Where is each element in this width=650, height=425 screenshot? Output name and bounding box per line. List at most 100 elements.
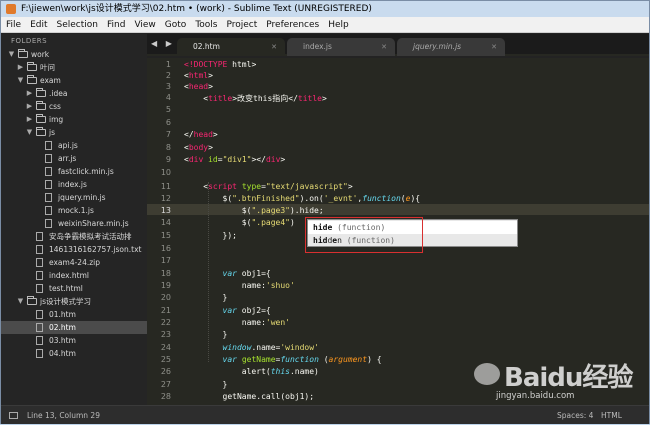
code-line: <head> [184,82,213,91]
menu-selection[interactable]: Selection [52,17,102,33]
line-number: 8 [165,143,171,152]
menu-edit[interactable]: Edit [25,17,51,33]
file-icon [45,141,52,150]
code-line: }); [184,231,237,240]
code-line: window.name='window' [222,343,319,352]
sidebar-file[interactable]: index.html [1,269,147,282]
close-icon[interactable]: ✕ [491,38,497,56]
folder-icon [36,101,46,110]
autocomplete-item-hide[interactable]: hide (function) [308,221,517,234]
line-number: 24 [160,343,171,352]
sidebar-file[interactable]: fastclick.min.js [1,165,147,178]
sidebar-file[interactable]: jquery.min.js [1,191,147,204]
tab-bar: ◀ ▶ 02.htm ✕ index.js ✕ jquery.min.js ✕ [147,34,649,56]
autocomplete-item-hidden[interactable]: hidden (function) [308,234,517,247]
chevron-down-icon[interactable]: ▼ [25,126,34,139]
tab-nav-arrows-icon[interactable]: ◀ ▶ [151,39,175,48]
sidebar-file[interactable]: 1461316162757.json.txt [1,243,147,256]
sidebar-folder[interactable]: ▼ work [1,48,147,61]
menu-help[interactable]: Help [323,17,353,33]
sidebar-file[interactable]: mock.1.js [1,204,147,217]
paw-logo-icon [474,363,500,385]
folder-icon [36,88,46,97]
folder-icon [27,296,37,305]
sidebar-item-label: 1461316162757.json.txt [49,245,142,254]
chevron-down-icon[interactable]: ▼ [7,48,16,61]
sidebar-folder[interactable]: ▶ 叶问 [1,61,147,74]
tab-label: 02.htm [193,42,220,51]
line-number: 26 [160,367,171,376]
sidebar-file[interactable]: exam4-24.zip [1,256,147,269]
chevron-right-icon[interactable]: ▶ [25,113,34,126]
sidebar-file[interactable]: 01.htm [1,308,147,321]
menu-project[interactable]: Project [221,17,261,33]
file-icon [36,310,43,319]
sidebar-file[interactable]: api.js [1,139,147,152]
sidebar-folder[interactable]: ▶ .idea [1,87,147,100]
sidebar-item-label: js [49,128,55,137]
line-number: 21 [160,306,171,315]
line-number: 9 [165,155,171,164]
line-number: 14 [160,218,171,227]
code-line: alert(this.name) [184,367,319,376]
line-number: 23 [160,330,171,339]
panel-toggle-icon[interactable] [9,412,18,419]
sidebar-item-label: 安岛争霸模拟考试活动排 [49,232,132,241]
chevron-down-icon[interactable]: ▼ [16,74,25,87]
sidebar-folder[interactable]: ▼ js [1,126,147,139]
sidebar-file[interactable]: 02.htm [1,321,147,334]
menu-file[interactable]: File [1,17,25,33]
line-number: 22 [160,318,171,327]
app-window: F:\jiewen\work\js设计模式学习\02.htm • (work) … [0,0,650,424]
line-number: 5 [165,105,171,114]
sidebar-file[interactable]: index.js [1,178,147,191]
sidebar-item-label: work [31,50,50,59]
sidebar-item-label: test.html [49,284,83,293]
line-number: 3 [165,82,171,91]
sidebar-folder[interactable]: ▶ css [1,100,147,113]
line-number: 20 [160,293,171,302]
indentation-status[interactable]: Spaces: 4 [557,406,593,425]
menu-tools[interactable]: Tools [190,17,221,33]
sidebar-folder[interactable]: ▶ img [1,113,147,126]
menu-find[interactable]: Find [102,17,129,33]
sidebar-file[interactable]: test.html [1,282,147,295]
ac-hint: (function) [337,223,386,232]
sidebar-item-label: 03.htm [49,336,76,345]
chevron-down-icon[interactable]: ▼ [16,295,25,308]
syntax-status[interactable]: HTML [601,406,622,425]
file-icon [36,349,43,358]
tab-index-js[interactable]: index.js ✕ [287,38,395,56]
folders-header: FOLDERS [11,37,48,45]
line-number: 13 [160,206,171,215]
code-line: <html> [184,71,213,80]
file-icon [36,245,43,254]
chevron-right-icon[interactable]: ▶ [25,100,34,113]
line-number: 4 [165,93,171,102]
file-icon [45,206,52,215]
ac-match: hide [313,223,333,232]
menu-preferences[interactable]: Preferences [261,17,323,33]
sidebar-file[interactable]: 04.htm [1,347,147,360]
code-line: getName.call(obj1); [184,392,315,401]
sublime-app-icon [6,4,16,14]
chevron-right-icon[interactable]: ▶ [25,87,34,100]
sidebar-folder[interactable]: ▼ js设计模式学习 [1,295,147,308]
sidebar-file[interactable]: arr.js [1,152,147,165]
sidebar-item-label: js设计模式学习 [40,297,91,306]
file-icon [36,323,43,332]
close-icon[interactable]: ✕ [271,38,277,56]
sidebar-file[interactable]: 安岛争霸模拟考试活动排 [1,230,147,243]
tab-jquery-min-js[interactable]: jquery.min.js ✕ [397,38,505,56]
window-title: F:\jiewen\work\js设计模式学习\02.htm • (work) … [21,4,372,14]
menu-view[interactable]: View [129,17,159,33]
folder-icon [27,75,37,84]
close-icon[interactable]: ✕ [381,38,387,56]
sidebar-file[interactable]: weixinShare.min.js [1,217,147,230]
sidebar-folder[interactable]: ▼ exam [1,74,147,87]
code-line: </head> [184,130,218,139]
sidebar-file[interactable]: 03.htm [1,334,147,347]
chevron-right-icon[interactable]: ▶ [16,61,25,74]
menu-goto[interactable]: Goto [160,17,191,33]
tab-02-htm[interactable]: 02.htm ✕ [177,38,285,56]
